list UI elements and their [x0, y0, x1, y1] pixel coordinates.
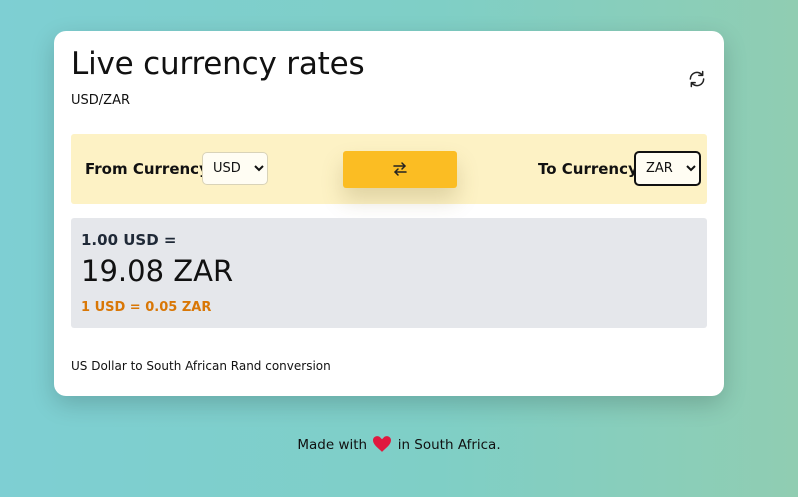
swap-arrows-icon	[393, 162, 407, 176]
footer-suffix: in South Africa.	[397, 437, 501, 453]
converter-card: Live currency rates USD/ZAR From Currenc…	[54, 31, 724, 396]
to-currency-label: To Currency	[538, 160, 638, 178]
currency-selector-bar: From Currency USD To Currency ZAR	[71, 134, 707, 204]
page-title: Live currency rates	[71, 46, 365, 82]
to-currency-select[interactable]: ZAR	[634, 151, 701, 186]
converted-amount: 19.08 ZAR	[81, 254, 234, 288]
conversion-description: US Dollar to South African Rand conversi…	[71, 359, 331, 373]
from-currency-select[interactable]: USD	[202, 152, 268, 185]
from-currency-label: From Currency	[85, 160, 209, 178]
conversion-result: 1.00 USD = 19.08 ZAR 1 USD = 0.05 ZAR	[71, 218, 707, 328]
heart-icon	[373, 436, 392, 456]
base-amount: 1.00 USD =	[81, 231, 177, 249]
currency-pair-label: USD/ZAR	[71, 93, 130, 108]
footer-prefix: Made with	[297, 437, 368, 453]
inverse-rate: 1 USD = 0.05 ZAR	[81, 300, 212, 315]
refresh-icon[interactable]	[687, 69, 707, 89]
swap-currencies-button[interactable]	[343, 151, 457, 188]
footer: Made with in South Africa.	[0, 436, 798, 456]
